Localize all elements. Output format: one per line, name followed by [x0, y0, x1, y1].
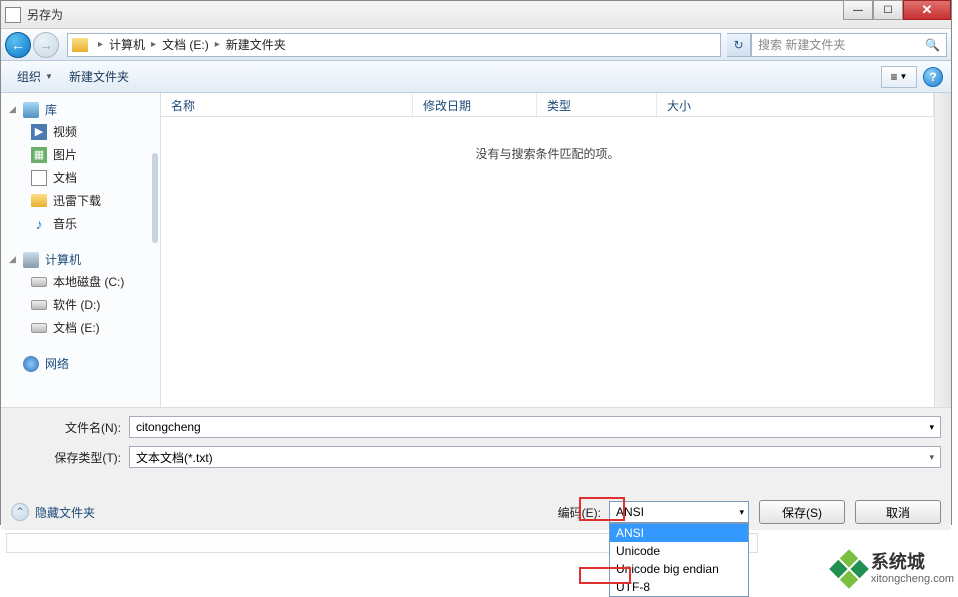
encoding-combo[interactable]: ANSI ▾ ANSI Unicode Unicode big endian U…: [609, 501, 749, 523]
navigation-bar: ← → ▸ 计算机 ▸ 文档 (E:) ▸ 新建文件夹 ↻ 搜索 新建文件夹 🔍: [1, 29, 951, 61]
chevron-right-icon: ▸: [215, 39, 220, 50]
hide-folders-link[interactable]: ⌃ 隐藏文件夹: [11, 503, 95, 521]
dropdown-option-unicode[interactable]: Unicode: [610, 542, 748, 560]
watermark-logo-icon: [829, 549, 869, 589]
content-area: ◢库 ▶视频 ▦图片 文档 迅雷下载 ♪音乐 ◢计算机 本地磁盘 (C:) 软件…: [1, 93, 951, 407]
breadcrumb-item[interactable]: 文档 (E:): [162, 36, 209, 53]
filetype-combo[interactable]: 文本文档(*.txt)▾: [129, 446, 941, 468]
cancel-button[interactable]: 取消: [855, 500, 941, 524]
watermark: 系统城 xitongcheng.com: [835, 553, 954, 585]
filename-input[interactable]: citongcheng▾: [129, 416, 941, 438]
search-placeholder: 搜索 新建文件夹: [758, 36, 845, 53]
column-size[interactable]: 大小: [657, 93, 934, 116]
back-button[interactable]: ←: [5, 32, 31, 58]
filename-label: 文件名(N):: [11, 419, 129, 436]
breadcrumb-item[interactable]: 新建文件夹: [226, 36, 286, 53]
help-button[interactable]: ?: [923, 67, 943, 87]
chevron-right-icon: ▸: [98, 39, 103, 50]
window-title: 另存为: [27, 6, 63, 23]
search-icon[interactable]: 🔍: [925, 38, 940, 52]
sidebar-item-documents[interactable]: 文档: [1, 166, 160, 189]
view-options-button[interactable]: ≡ ▼: [881, 66, 917, 88]
document-icon: [5, 7, 21, 23]
watermark-title: 系统城: [871, 553, 954, 573]
video-icon: ▶: [31, 124, 47, 140]
refresh-button[interactable]: ↻: [727, 33, 751, 57]
disk-icon: [31, 323, 47, 333]
sidebar-item-disk-d[interactable]: 软件 (D:): [1, 293, 160, 316]
watermark-url: xitongcheng.com: [871, 573, 954, 585]
column-modified[interactable]: 修改日期: [413, 93, 537, 116]
sidebar-item-disk-c[interactable]: 本地磁盘 (C:): [1, 270, 160, 293]
breadcrumb[interactable]: ▸ 计算机 ▸ 文档 (E:) ▸ 新建文件夹: [67, 33, 721, 57]
chevron-right-icon: ▸: [151, 39, 156, 50]
column-name[interactable]: 名称: [161, 93, 413, 116]
vertical-scrollbar[interactable]: [934, 93, 951, 407]
minimize-button[interactable]: —: [843, 0, 873, 20]
chevron-down-icon: ▾: [929, 452, 934, 463]
sidebar-item-thunder[interactable]: 迅雷下载: [1, 189, 160, 212]
column-headers: 名称 修改日期 类型 大小: [161, 93, 934, 117]
computer-icon: [23, 252, 39, 268]
folder-icon: [31, 194, 47, 207]
titlebar: 另存为 — ☐ ✕: [1, 1, 951, 29]
window-controls: — ☐ ✕: [843, 0, 951, 20]
libraries-icon: [23, 102, 39, 118]
search-input[interactable]: 搜索 新建文件夹 🔍: [751, 33, 947, 57]
breadcrumb-item[interactable]: 计算机: [109, 36, 145, 53]
close-button[interactable]: ✕: [903, 0, 951, 20]
file-list: 名称 修改日期 类型 大小 没有与搜索条件匹配的项。: [161, 93, 934, 407]
filetype-label: 保存类型(T):: [11, 449, 129, 466]
forward-button[interactable]: →: [33, 32, 59, 58]
empty-message: 没有与搜索条件匹配的项。: [161, 117, 934, 407]
maximize-button[interactable]: ☐: [873, 0, 903, 20]
sidebar-item-pictures[interactable]: ▦图片: [1, 143, 160, 166]
save-button[interactable]: 保存(S): [759, 500, 845, 524]
chevron-down-icon: ▾: [739, 507, 744, 518]
chevron-up-icon: ⌃: [11, 503, 29, 521]
dropdown-option-utf8[interactable]: UTF-8: [610, 578, 748, 596]
dropdown-option-unicode-be[interactable]: Unicode big endian: [610, 560, 748, 578]
disk-icon: [31, 277, 47, 287]
bottom-panel: 文件名(N): citongcheng▾ 保存类型(T): 文本文档(*.txt…: [1, 407, 951, 530]
picture-icon: ▦: [31, 147, 47, 163]
toolbar: 组织 ▼ 新建文件夹 ≡ ▼ ?: [1, 61, 951, 93]
music-icon: ♪: [31, 216, 47, 232]
encoding-label: 编码(E):: [558, 504, 601, 521]
chevron-down-icon: ▼: [45, 72, 53, 81]
network-icon: [23, 356, 39, 372]
folder-icon: [72, 38, 88, 52]
scrollbar-thumb[interactable]: [152, 153, 158, 243]
sidebar-item-music[interactable]: ♪音乐: [1, 212, 160, 235]
save-as-dialog: 另存为 — ☐ ✕ ← → ▸ 计算机 ▸ 文档 (E:) ▸ 新建文件夹 ↻ …: [0, 0, 952, 525]
sidebar-item-disk-e[interactable]: 文档 (E:): [1, 316, 160, 339]
sidebar: ◢库 ▶视频 ▦图片 文档 迅雷下载 ♪音乐 ◢计算机 本地磁盘 (C:) 软件…: [1, 93, 161, 407]
encoding-dropdown: ANSI Unicode Unicode big endian UTF-8: [609, 523, 749, 597]
sidebar-item-libraries[interactable]: ◢库: [1, 99, 160, 120]
disk-icon: [31, 300, 47, 310]
document-icon: [31, 170, 47, 186]
sidebar-item-videos[interactable]: ▶视频: [1, 120, 160, 143]
sidebar-item-computer[interactable]: ◢计算机: [1, 249, 160, 270]
sidebar-item-network[interactable]: 网络: [1, 353, 160, 374]
column-type[interactable]: 类型: [537, 93, 657, 116]
new-folder-button[interactable]: 新建文件夹: [61, 66, 137, 87]
organize-menu[interactable]: 组织 ▼: [9, 66, 61, 87]
dropdown-option-ansi[interactable]: ANSI: [610, 524, 748, 542]
